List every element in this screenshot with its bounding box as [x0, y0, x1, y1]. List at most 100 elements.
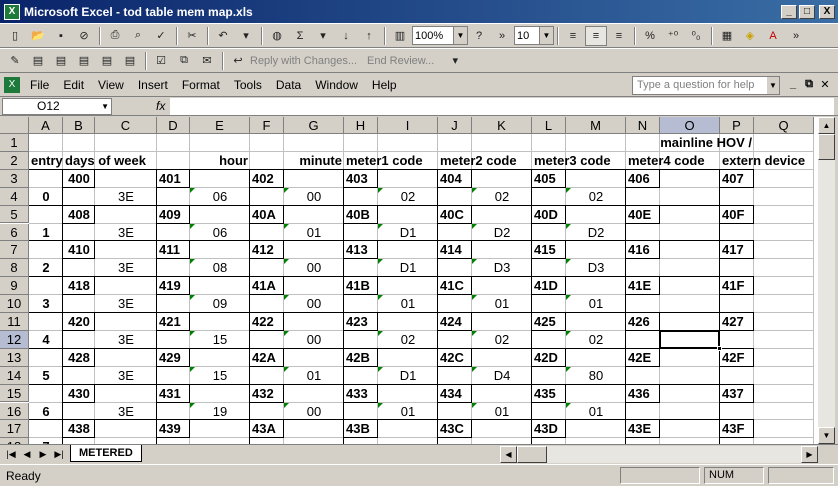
row-header-13[interactable]: 13: [0, 348, 29, 367]
cell-F3[interactable]: 402: [250, 170, 276, 187]
cell-H17[interactable]: 43B: [344, 420, 372, 437]
insert-function-icon[interactable]: fx: [156, 99, 165, 113]
cell-H13[interactable]: 42B: [344, 349, 372, 366]
column-header-H[interactable]: H: [344, 117, 378, 134]
column-header-F[interactable]: F: [250, 117, 284, 134]
cell-P3[interactable]: 407: [720, 170, 746, 187]
chevron-down-icon[interactable]: ▼: [767, 77, 779, 94]
row-header-9[interactable]: 9: [0, 277, 29, 296]
cell-M6[interactable]: D2: [566, 224, 626, 241]
cell-I14[interactable]: D1: [378, 367, 438, 384]
scroll-down-icon[interactable]: ▼: [818, 427, 835, 444]
chart-icon[interactable]: ▥: [389, 26, 411, 46]
cell-J9[interactable]: 41C: [438, 277, 466, 294]
column-header-G[interactable]: G: [284, 117, 344, 134]
column-header-N[interactable]: N: [626, 117, 660, 134]
cell-F7[interactable]: 412: [250, 241, 276, 258]
cell-D9[interactable]: 419: [157, 277, 183, 294]
row-header-6[interactable]: 6: [0, 223, 29, 242]
cell-G8[interactable]: 00: [284, 259, 344, 276]
column-header-A[interactable]: A: [29, 117, 63, 134]
align-center-icon[interactable]: ≡: [585, 25, 607, 46]
help-search-input[interactable]: Type a question for help ▼: [632, 76, 780, 95]
column-header-I[interactable]: I: [378, 117, 438, 134]
vertical-scrollbar[interactable]: ▲ ▼: [818, 117, 835, 444]
column-header-P[interactable]: P: [720, 117, 754, 134]
menu-view[interactable]: View: [98, 78, 124, 92]
cell-F9[interactable]: 41A: [250, 277, 278, 294]
menu-help[interactable]: Help: [372, 78, 397, 92]
font-color-icon[interactable]: A: [762, 26, 784, 46]
cell-L5[interactable]: 40D: [532, 206, 560, 223]
cell-M16[interactable]: 01: [566, 403, 626, 420]
cell-P5[interactable]: 40F: [720, 206, 746, 223]
open-icon[interactable]: 📂: [27, 26, 49, 46]
cell-D15[interactable]: 431: [157, 385, 183, 402]
cell-M10[interactable]: 01: [566, 295, 626, 312]
cell-H3[interactable]: 403: [344, 170, 370, 187]
cell-J17[interactable]: 43C: [438, 420, 466, 437]
cell-D13[interactable]: 429: [157, 349, 183, 366]
cell-L2[interactable]: meter3 code: [532, 152, 613, 169]
send-icon[interactable]: ✉: [196, 51, 218, 71]
spelling-icon[interactable]: ✓: [150, 26, 172, 46]
chevron-down-icon[interactable]: ▼: [453, 27, 467, 44]
cell-N15[interactable]: 436: [626, 385, 652, 402]
cell-D17[interactable]: 439: [157, 420, 183, 437]
cell-L11[interactable]: 425: [532, 313, 558, 330]
row-header-15[interactable]: 15: [0, 384, 29, 403]
cell-I10[interactable]: 01: [378, 295, 438, 312]
row-header-5[interactable]: 5: [0, 205, 29, 224]
cell-I16[interactable]: 01: [378, 403, 438, 420]
cell-A10[interactable]: 3: [29, 295, 63, 312]
cell-K14[interactable]: D4: [472, 367, 532, 384]
prev-sheet-icon[interactable]: ◀: [20, 447, 34, 461]
cell-F17[interactable]: 43A: [250, 420, 278, 437]
fill-handle[interactable]: [717, 345, 722, 351]
cell-G2[interactable]: minute: [164, 152, 344, 169]
horizontal-scrollbar[interactable]: ◀ ▶: [500, 446, 818, 463]
cell-P15[interactable]: 437: [720, 385, 746, 402]
cell-G12[interactable]: 00: [284, 331, 344, 348]
cell-H5[interactable]: 40B: [344, 206, 372, 223]
menu-format[interactable]: Format: [182, 78, 220, 92]
show-all-comments-icon[interactable]: ▤: [96, 51, 118, 71]
cell-I8[interactable]: D1: [378, 259, 438, 276]
cell-F13[interactable]: 42A: [250, 349, 278, 366]
cell-J7[interactable]: 414: [438, 241, 464, 258]
cell-C8[interactable]: 3E: [95, 259, 157, 276]
row-header-14[interactable]: 14: [0, 366, 29, 385]
row-header-2[interactable]: 2: [0, 151, 29, 170]
cell-D7[interactable]: 411: [157, 241, 182, 258]
last-sheet-icon[interactable]: ▶|: [52, 447, 66, 461]
sheet-tab-metered[interactable]: METERED: [70, 445, 142, 462]
vertical-scroll-thumb[interactable]: [818, 134, 835, 160]
cell-A6[interactable]: 1: [29, 224, 63, 241]
fill-color-icon[interactable]: ◈: [739, 26, 761, 46]
select-all-corner[interactable]: [0, 117, 29, 134]
doc-close-button[interactable]: ✕: [818, 78, 832, 91]
track-changes-icon[interactable]: ▤: [119, 51, 141, 71]
cell-J5[interactable]: 40C: [438, 206, 466, 223]
cell-C6[interactable]: 3E: [95, 224, 157, 241]
excel-app-icon[interactable]: X: [4, 3, 20, 20]
minimize-button[interactable]: _: [781, 4, 797, 19]
cell-E8[interactable]: 08: [190, 259, 250, 276]
help-icon[interactable]: ?: [468, 26, 490, 46]
save-icon[interactable]: ▪: [50, 26, 72, 46]
row-header-7[interactable]: 7: [0, 241, 29, 260]
increase-decimal-icon[interactable]: ⁺⁰: [662, 26, 684, 46]
cell-N5[interactable]: 40E: [626, 206, 653, 223]
cell-M4[interactable]: 02: [566, 188, 626, 205]
cell-I4[interactable]: 02: [378, 188, 438, 205]
row-header-1[interactable]: 1: [0, 134, 29, 152]
scroll-left-icon[interactable]: ◀: [500, 446, 517, 463]
reply-icon[interactable]: ↩: [227, 51, 249, 71]
cell-F15[interactable]: 432: [250, 385, 276, 402]
cell-N9[interactable]: 41E: [626, 277, 653, 294]
cell-P7[interactable]: 417: [720, 241, 746, 258]
reply-with-changes-button[interactable]: Reply with Changes...: [250, 55, 357, 67]
column-header-C[interactable]: C: [95, 117, 157, 134]
chevron-down-icon[interactable]: ▼: [539, 27, 553, 44]
spreadsheet-grid[interactable]: mainline HOV / entry days of week hour minut…: [0, 117, 818, 444]
